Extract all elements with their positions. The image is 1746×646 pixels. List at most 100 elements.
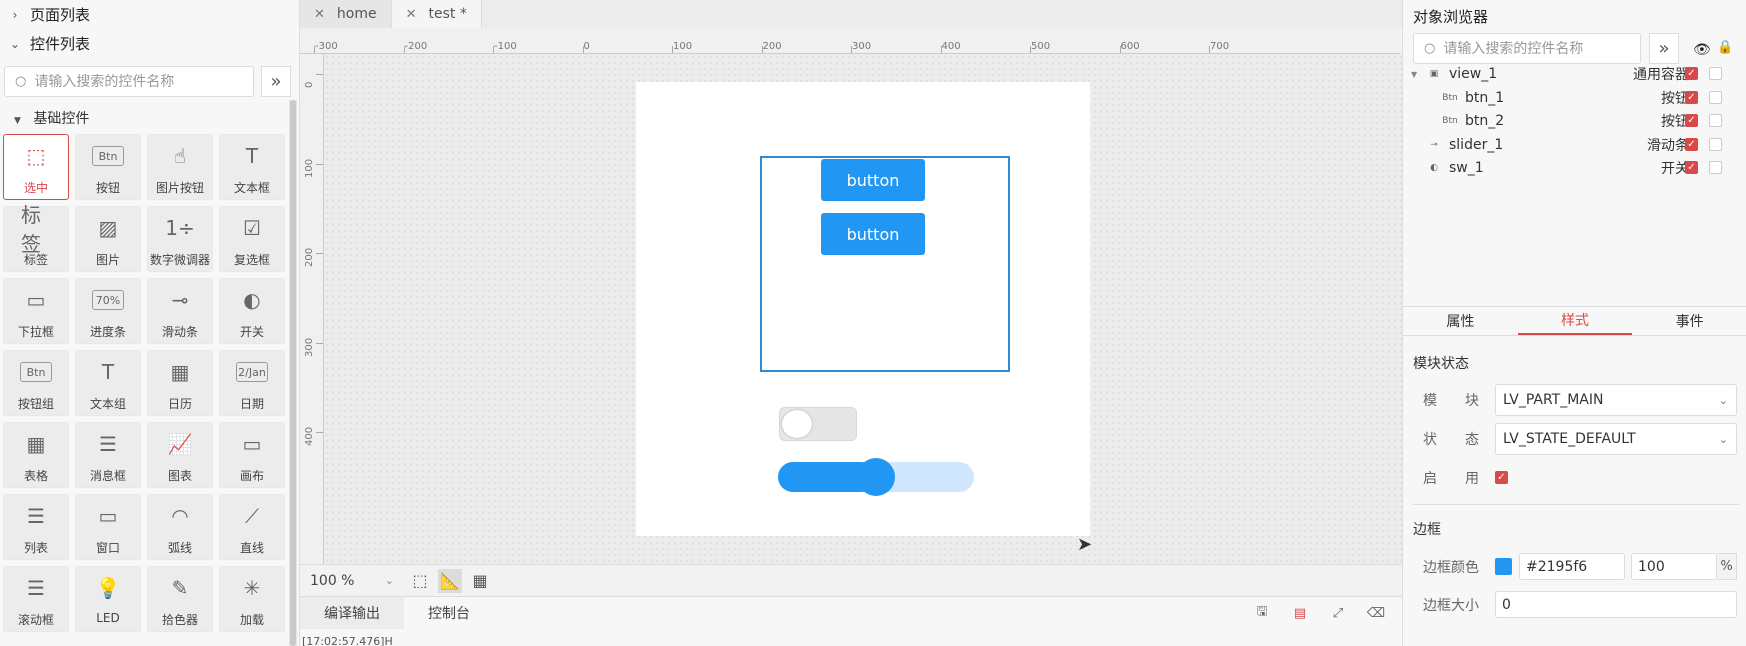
widget-checkbox[interactable]: ☑ 复选框 [219, 206, 285, 272]
widget-canvas[interactable]: ▭ 画布 [219, 422, 285, 488]
border-opacity-input[interactable]: 100 [1631, 553, 1717, 580]
widget-color-picker[interactable]: ✎ 拾色器 [147, 566, 213, 632]
object-search-box[interactable]: ○ [1413, 33, 1641, 64]
tab-compile-output[interactable]: 编译输出 [300, 597, 404, 629]
tab-console[interactable]: 控制台 [404, 603, 494, 623]
widget-line[interactable]: ⟋ 直线 [219, 494, 285, 560]
widget-image[interactable]: ▨ 图片 [75, 206, 141, 272]
eye-icon[interactable]: 👁 [1693, 42, 1711, 58]
page-list-header[interactable]: › 页面列表 [0, 0, 299, 29]
state-select[interactable]: LV_STATE_DEFAULT ⌄ [1495, 423, 1737, 455]
visible-checkbox[interactable]: ✓ [1685, 161, 1698, 174]
palette-scrollbar[interactable] [289, 100, 297, 646]
lock-checkbox[interactable] [1709, 90, 1722, 104]
widget-label[interactable]: 标签 标签 [3, 203, 69, 272]
basic-widgets-group[interactable]: ▼ 基础控件 [14, 108, 89, 128]
enable-checkbox[interactable]: ✓ [1495, 471, 1508, 484]
color-swatch[interactable] [1495, 558, 1512, 575]
btn-1[interactable]: button [821, 159, 925, 201]
ruler-toggle-icon[interactable]: 📐 [438, 568, 462, 593]
border-size-input[interactable]: 0 [1495, 591, 1737, 618]
lock-checkbox[interactable] [1709, 67, 1722, 80]
widget-spinner[interactable]: ✳ 加载 [219, 566, 285, 632]
dropdown-icon: ▭ [26, 288, 46, 312]
maximize-icon[interactable]: ⤢ [1328, 603, 1348, 623]
slider-knob[interactable] [857, 458, 895, 496]
switch-knob[interactable] [782, 410, 812, 438]
lock-checkbox[interactable] [1709, 137, 1722, 151]
widget-table[interactable]: ▦ 表格 [3, 422, 69, 488]
design-canvas[interactable]: button button ➤ [324, 54, 1402, 564]
widget-slider[interactable]: ⊸ 滑动条 [147, 278, 213, 344]
tree-item-btn-1[interactable]: Btn btn_1 按钮 ✓ [1403, 86, 1746, 110]
textbox-icon: T [245, 144, 259, 168]
tab-test[interactable]: ✕ test * [391, 0, 482, 28]
ruler-tick-label: 200 [762, 41, 782, 52]
widget-arc[interactable]: ◠ 弧线 [147, 494, 213, 560]
widget-button-group[interactable]: Btn 按钮组 [3, 350, 69, 416]
tab-style[interactable]: 样式 [1517, 307, 1633, 335]
tree-item-sw-1[interactable]: ◐ sw_1 开关 ✓ [1403, 156, 1746, 180]
visible-checkbox[interactable]: ✓ [1685, 137, 1698, 151]
tab-home[interactable]: ✕ home [300, 0, 392, 28]
visible-checkbox[interactable]: ✓ [1685, 90, 1698, 104]
log-line: [17:02:57.476]H [302, 635, 393, 646]
tree-item-view-1[interactable]: ▼ ▣ view_1 通用容器 ✓ [1403, 62, 1746, 86]
caret-down-icon: ▼ [14, 116, 21, 126]
widget-select[interactable]: ⬚ 选中 [3, 134, 69, 200]
fit-screen-icon[interactable]: ⬚ [408, 569, 432, 593]
lock-checkbox[interactable] [1709, 161, 1722, 174]
widget-dropdown[interactable]: ▭ 下拉框 [3, 278, 69, 344]
widget-window[interactable]: ▭ 窗口 [75, 494, 141, 560]
widget-image-button[interactable]: ☝ 图片按钮 [147, 134, 213, 200]
widget-list-header[interactable]: ⌄ 控件列表 [0, 29, 299, 58]
screen-preview[interactable]: button button ➤ [636, 82, 1092, 555]
log-icon[interactable]: ▤ [1290, 603, 1310, 623]
widget-chart[interactable]: 📈 图表 [147, 422, 213, 488]
double-chevron-right-icon: » [270, 71, 282, 92]
close-icon[interactable]: ✕ [314, 7, 325, 22]
visible-checkbox[interactable]: ✓ [1685, 114, 1698, 127]
ruler-tick [672, 46, 673, 53]
widget-search-box[interactable]: ○ [4, 66, 254, 97]
tree-item-slider-1[interactable]: ⊸ slider_1 滑动条 ✓ [1403, 133, 1746, 157]
widget-calendar[interactable]: ▦ 日历 [147, 350, 213, 416]
border-color-input[interactable]: #2195f6 [1519, 553, 1625, 580]
sw-1-switch[interactable] [779, 407, 857, 441]
close-icon[interactable]: ✕ [406, 7, 417, 22]
widget-led[interactable]: 💡 LED [75, 566, 141, 632]
widget-switch[interactable]: ◐ 开关 [219, 278, 285, 344]
slider-1[interactable] [778, 458, 974, 496]
save-icon[interactable]: 🖫 [1252, 603, 1272, 623]
view-1-container[interactable]: button button [760, 156, 1010, 372]
tree-item-btn-2[interactable]: Btn btn_2 按钮 ✓ [1403, 109, 1746, 133]
zoom-select[interactable]: 100 % ⌄ [310, 569, 402, 593]
visible-checkbox[interactable]: ✓ [1685, 67, 1698, 80]
tab-events[interactable]: 事件 [1632, 307, 1746, 335]
grid-toggle-icon[interactable]: ▦ [468, 569, 492, 593]
btn-2[interactable]: button [821, 213, 925, 255]
widget-progress[interactable]: 70% 进度条 [75, 278, 141, 344]
scrollbar-thumb[interactable] [290, 100, 296, 646]
part-select[interactable]: LV_PART_MAIN ⌄ [1495, 384, 1737, 416]
widget-spinbox[interactable]: 1÷ 数字微调器 [147, 206, 213, 272]
widget-textbox[interactable]: T 文本框 [219, 134, 285, 200]
ruler-tick-label: 0 [304, 81, 315, 88]
tab-properties[interactable]: 属性 [1403, 307, 1518, 335]
widget-search-input[interactable] [34, 73, 235, 90]
widget-message-box[interactable]: ☰ 消息框 [75, 422, 141, 488]
canvas-icon: ▭ [242, 432, 262, 456]
widget-button[interactable]: Btn 按钮 [75, 134, 141, 200]
expand-all-button[interactable]: » [261, 66, 291, 97]
widget-list[interactable]: ☰ 列表 [3, 494, 69, 560]
lock-icon[interactable]: 🔒 [1717, 40, 1733, 55]
widget-date[interactable]: 2/Jan 日期 [219, 350, 285, 416]
object-search-input[interactable] [1443, 40, 1624, 57]
widget-roller[interactable]: ☰ 滚动框 [3, 566, 69, 632]
caret-down-icon[interactable]: ▼ [1411, 70, 1421, 79]
expand-all-button[interactable]: » [1649, 33, 1679, 64]
lock-checkbox[interactable] [1709, 114, 1722, 127]
clear-icon[interactable]: ⌫ [1366, 603, 1386, 623]
widget-text-group[interactable]: T 文本组 [75, 350, 141, 416]
ruler-tick-label: 700 [1210, 41, 1230, 52]
